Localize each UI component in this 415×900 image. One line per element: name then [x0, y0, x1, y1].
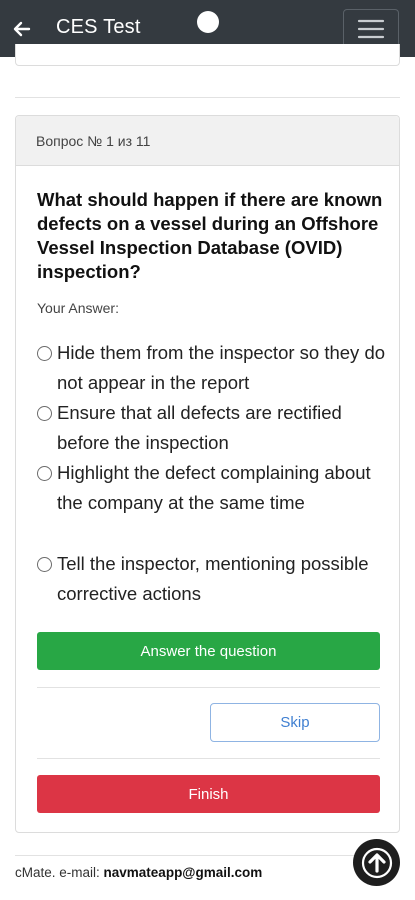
divider — [37, 687, 380, 688]
answer-option-label: Ensure that all defects are rectified be… — [57, 402, 342, 453]
answer-option-label: Highlight the defect complaining about t… — [57, 462, 371, 513]
answer-option[interactable]: Highlight the defect complaining about t… — [37, 458, 387, 518]
footer-divider — [15, 855, 385, 856]
question-card: Вопрос № 1 из 11 What should happen if t… — [15, 115, 400, 833]
answer-option[interactable]: Ensure that all defects are rectified be… — [37, 398, 387, 458]
answer-button[interactable]: Answer the question — [37, 632, 380, 670]
answer-option[interactable]: Hide them from the inspector so they do … — [37, 338, 387, 398]
scroll-to-top-button[interactable] — [353, 839, 400, 886]
footer: cMate. e-mail: navmateapp@gmail.com — [15, 865, 262, 880]
radio-button[interactable] — [37, 346, 52, 361]
footer-prefix: cMate. e-mail: — [15, 865, 104, 880]
camera-notch — [197, 11, 219, 33]
footer-email[interactable]: navmateapp@gmail.com — [104, 865, 263, 880]
arrow-up-icon — [361, 847, 392, 878]
answer-option[interactable]: Tell the inspector, mentioning possible … — [37, 549, 387, 609]
question-progress: Вопрос № 1 из 11 — [16, 116, 399, 166]
answer-option-label: Tell the inspector, mentioning possible … — [57, 553, 369, 604]
question-text: What should happen if there are known de… — [37, 189, 383, 282]
radio-button[interactable] — [37, 557, 52, 572]
radio-button[interactable] — [37, 406, 52, 421]
radio-button[interactable] — [37, 466, 52, 481]
divider — [15, 97, 400, 98]
answer-option-label: Hide them from the inspector so they do … — [57, 342, 386, 393]
finish-button[interactable]: Finish — [37, 775, 380, 813]
hamburger-menu-icon — [357, 19, 385, 39]
menu-button[interactable] — [343, 9, 399, 49]
your-answer-label: Your Answer: — [37, 300, 119, 316]
arrow-left-icon — [13, 21, 31, 37]
skip-button[interactable]: Skip — [210, 703, 380, 742]
app-title: CES Test — [56, 16, 141, 38]
divider — [37, 758, 380, 759]
back-button[interactable] — [10, 17, 34, 41]
previous-card-edge — [15, 44, 400, 66]
